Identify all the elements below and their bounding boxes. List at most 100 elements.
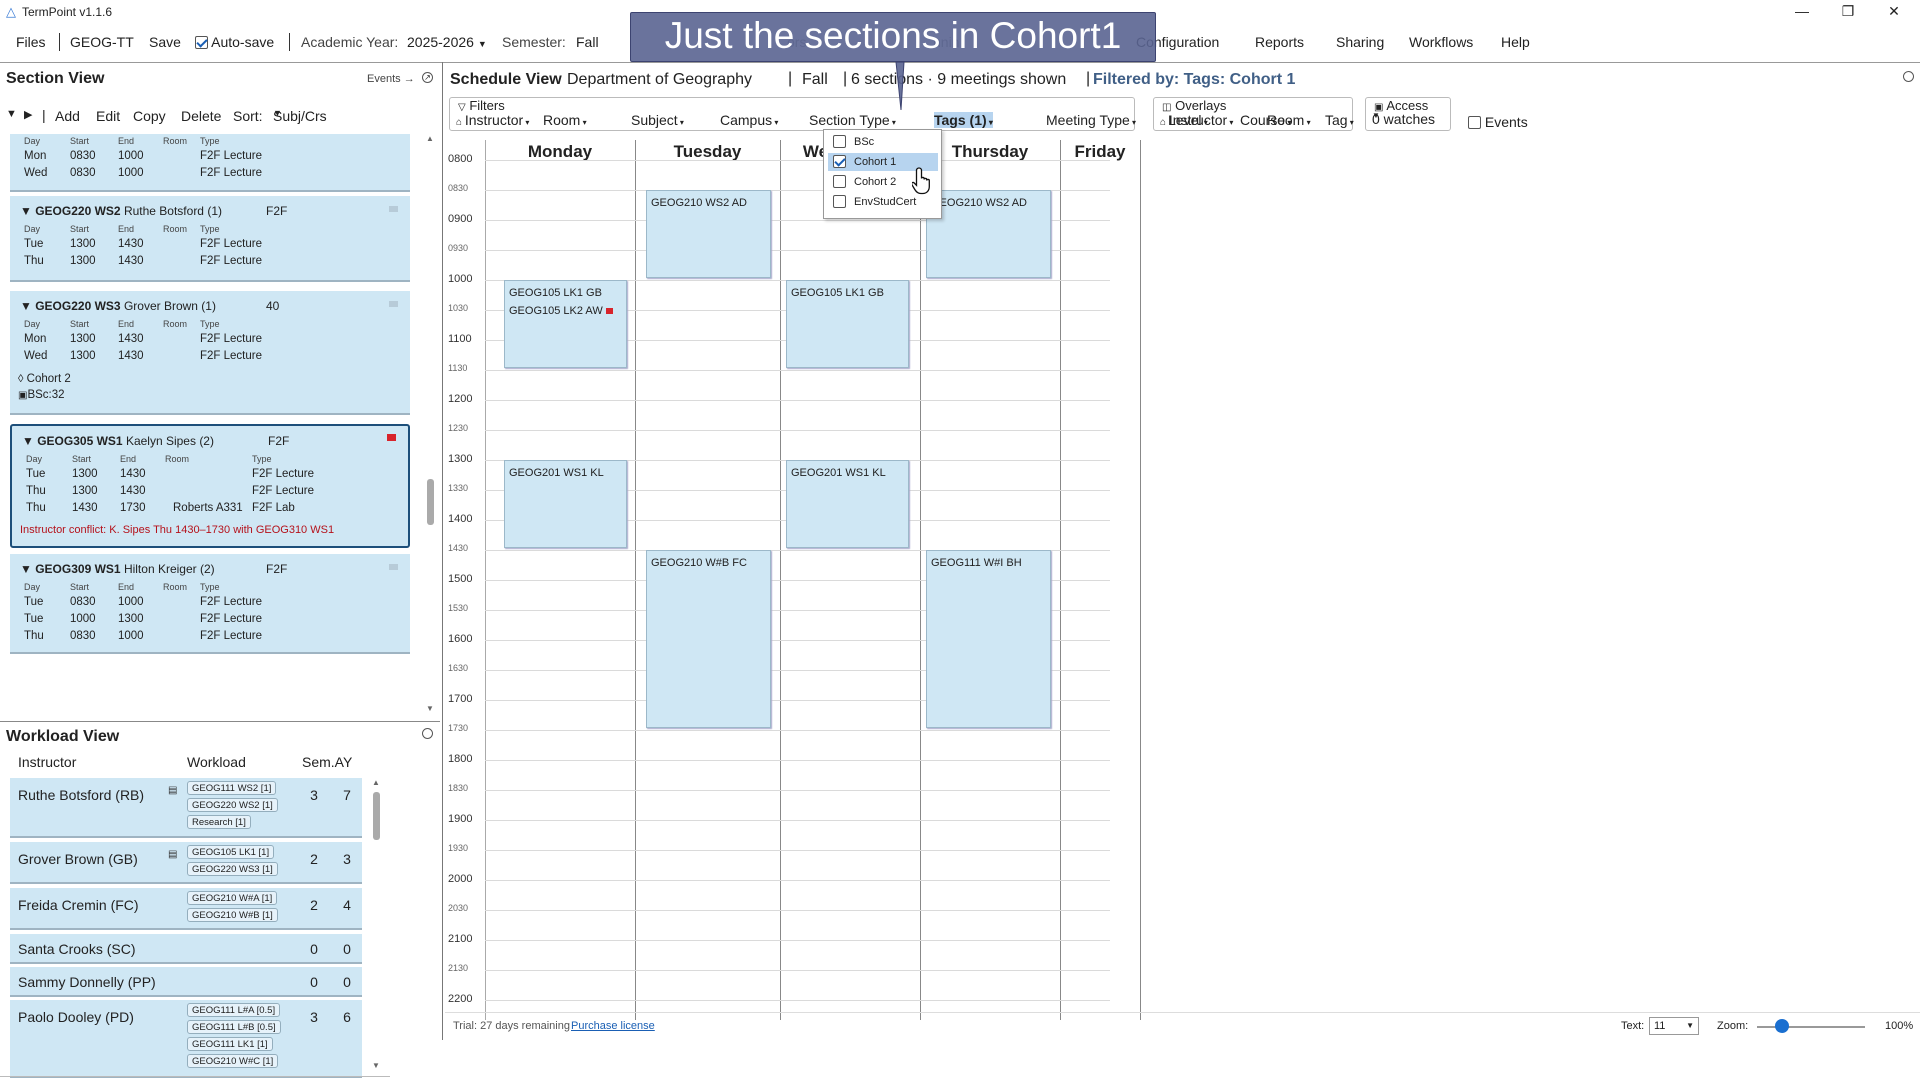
meeting-block[interactable]: GEOG210 WS2 AD	[646, 190, 771, 278]
overlay-0[interactable]: ⌂ Instructor ▾	[1160, 112, 1233, 128]
workload-chip[interactable]: GEOG111 LK1 [1]	[187, 1037, 273, 1051]
section-card[interactable]: ▼ GEOG220 WS2 Ruthe Botsford (1) F2F Day S…	[10, 196, 410, 282]
section-card[interactable]: ▼ GEOG309 WS1 Hilton Kreiger (2) F2F Day S…	[10, 554, 410, 654]
filter-2[interactable]: Subject ▾	[631, 112, 684, 128]
workload-row[interactable]: Ruthe Botsford (RB) ▤ GEOG111 WS2 [1] GEOG2…	[10, 778, 362, 838]
chevron-down-icon: ▾	[523, 118, 530, 127]
tag-option-bsc[interactable]: BSc	[828, 133, 938, 151]
restore-icon[interactable]: ❐	[1826, 0, 1870, 22]
scroll-thumb[interactable]	[427, 479, 434, 525]
meeting-block[interactable]: GEOG210 W#B FC	[646, 550, 771, 728]
menu-workflows[interactable]: Workflows	[1409, 34, 1473, 50]
purchase-link[interactable]: Purchase license	[571, 1020, 655, 1032]
workload-chip[interactable]: GEOG111 WS2 [1]	[187, 781, 277, 795]
filter-5[interactable]: Tags (1) ▾	[934, 112, 993, 128]
overlay-2[interactable]: Tag ▾	[1325, 112, 1354, 128]
tag-checkbox[interactable]	[833, 175, 846, 188]
menu-help[interactable]: Help	[1501, 34, 1530, 50]
workload-row[interactable]: Paolo Dooley (PD) GEOG111 L#A [0.5] GEOG11…	[10, 1000, 362, 1078]
academic-year-select[interactable]: 2025-2026 ▼	[407, 34, 487, 50]
section-card[interactable]: Day Start End Room Type Mon 0830 1000 F2F Lectu…	[10, 134, 410, 192]
minimize-icon[interactable]: —	[1780, 0, 1824, 22]
text-size-select[interactable]: 11 ▼	[1649, 1017, 1699, 1035]
col-workload[interactable]: Workload	[187, 754, 246, 770]
meeting-block[interactable]: GEOG201 WS1 KL	[504, 460, 627, 548]
autosave-checkbox[interactable]	[195, 36, 208, 49]
pin-icon[interactable]	[389, 564, 398, 570]
tag-checkbox[interactable]	[833, 195, 846, 208]
comment-icon[interactable]: ▤	[168, 849, 177, 860]
flag-icon[interactable]	[387, 434, 396, 441]
pin-icon[interactable]	[389, 206, 398, 212]
time-label: 0930	[448, 243, 469, 253]
menu-sharing[interactable]: Sharing	[1336, 34, 1384, 50]
workload-chip[interactable]: GEOG210 W#B [1]	[187, 908, 278, 922]
workload-row[interactable]: Sammy Donnelly (PP) 0 0	[10, 967, 362, 997]
menu-reports[interactable]: Reports	[1255, 34, 1304, 50]
section-card[interactable]: ▼ GEOG220 WS3 Grover Brown (1) 40 Day Star…	[10, 291, 410, 415]
time-gridline	[485, 850, 1110, 851]
filter-4[interactable]: Section Type ▾	[809, 112, 896, 128]
comment-icon[interactable]: ▤	[168, 785, 177, 796]
pin-icon[interactable]	[389, 301, 398, 307]
filter-0[interactable]: ⌂ Instructor ▾	[456, 112, 529, 128]
meeting-block[interactable]: GEOG105 LK1 GB	[786, 280, 909, 368]
tag-checkbox[interactable]	[833, 135, 846, 148]
meeting-block[interactable]: GEOG105 LK1 GB GEOG105 LK2 AW	[504, 280, 627, 368]
project-name[interactable]: GEOG-TT	[70, 34, 134, 50]
section-card-selected[interactable]: ▼ GEOG305 WS1 Kaelyn Sipes (2) F2F Day Sta…	[10, 424, 410, 548]
close-icon[interactable]: ✕	[1872, 0, 1916, 22]
copy-button[interactable]: Copy	[133, 108, 166, 124]
save-button[interactable]: Save	[149, 34, 181, 50]
workload-row[interactable]: Grover Brown (GB) ▤ GEOG105 LK1 [1] GEOG220…	[10, 842, 362, 884]
scroll-thumb[interactable]	[373, 792, 380, 840]
time-label: 2100	[448, 933, 473, 945]
overlay-1[interactable]: Room ▾	[1267, 112, 1311, 128]
annotation-banner: Just the sections in Cohort1	[630, 12, 1156, 62]
chevron-down-icon: ▼	[273, 108, 282, 118]
tag-option-label: Cohort 1	[854, 156, 897, 168]
semester-value[interactable]: Fall	[576, 34, 599, 50]
workload-scrollbar[interactable]: ▲ ▼	[370, 778, 382, 1074]
popout-icon[interactable]	[1903, 71, 1914, 82]
events-checkbox[interactable]	[1468, 116, 1481, 129]
expand-all-icon[interactable]: ▶	[24, 108, 32, 121]
delete-button[interactable]: Delete	[181, 108, 221, 124]
filter-3[interactable]: Campus ▾	[720, 112, 778, 128]
workload-chip[interactable]: GEOG210 W#C [1]	[187, 1054, 279, 1068]
zoom-slider-handle[interactable]	[1775, 1019, 1789, 1033]
meeting-block[interactable]: GEOG111 W#I BH	[926, 550, 1051, 728]
workload-row[interactable]: Santa Crooks (SC) 0 0	[10, 934, 362, 964]
section-tag: ◊ Cohort 2	[18, 373, 71, 385]
col-instructor[interactable]: Instructor	[18, 754, 76, 770]
section-list[interactable]: Day Start End Room Type Mon 0830 1000 F2F Lectu…	[0, 134, 430, 716]
workload-chip[interactable]: GEOG210 W#A [1]	[187, 891, 278, 905]
tag-checkbox[interactable]	[833, 155, 846, 168]
workload-row[interactable]: Freida Cremin (FC) GEOG210 W#A [1] GEOG210…	[10, 888, 362, 930]
workload-chip[interactable]: GEOG220 WS2 [1]	[187, 798, 278, 812]
filter-1[interactable]: Room ▾	[543, 112, 587, 128]
edit-button[interactable]: Edit	[96, 108, 120, 124]
col-sem-ay[interactable]: Sem.AY	[302, 754, 352, 770]
pane-splitter[interactable]	[442, 62, 443, 1040]
menu-files[interactable]: Files	[16, 34, 46, 50]
section-list-scrollbar[interactable]: ▲ ▼	[424, 134, 436, 716]
popout-icon[interactable]: ↗	[422, 72, 433, 83]
collapse-all-icon[interactable]: ▼	[6, 108, 17, 120]
workload-chip[interactable]: GEOG111 L#B [0.5]	[187, 1020, 281, 1034]
events-toggle[interactable]: Events →	[367, 73, 415, 85]
workload-chip[interactable]: Research [1]	[187, 815, 251, 829]
time-gridline	[485, 430, 1110, 431]
autosave-toggle[interactable]: Auto-save	[195, 34, 274, 50]
events-toggle[interactable]: Events	[1468, 114, 1528, 130]
zoom-slider-track[interactable]	[1757, 1026, 1865, 1028]
meeting-block[interactable]: GEOG210 WS2 AD	[926, 190, 1051, 278]
workload-chip[interactable]: GEOG220 WS3 [1]	[187, 862, 278, 876]
filter-6[interactable]: Meeting Type ▾	[1046, 112, 1136, 128]
workload-chip[interactable]: GEOG105 LK1 [1]	[187, 845, 275, 859]
schedule-grid[interactable]: MondayTuesdayWednesdayThursdayFriday0800…	[445, 140, 1145, 1020]
add-button[interactable]: Add	[55, 108, 80, 124]
workload-chip[interactable]: GEOG111 L#A [0.5]	[187, 1003, 281, 1017]
popout-icon[interactable]	[422, 728, 433, 739]
meeting-block[interactable]: GEOG201 WS1 KL	[786, 460, 909, 548]
